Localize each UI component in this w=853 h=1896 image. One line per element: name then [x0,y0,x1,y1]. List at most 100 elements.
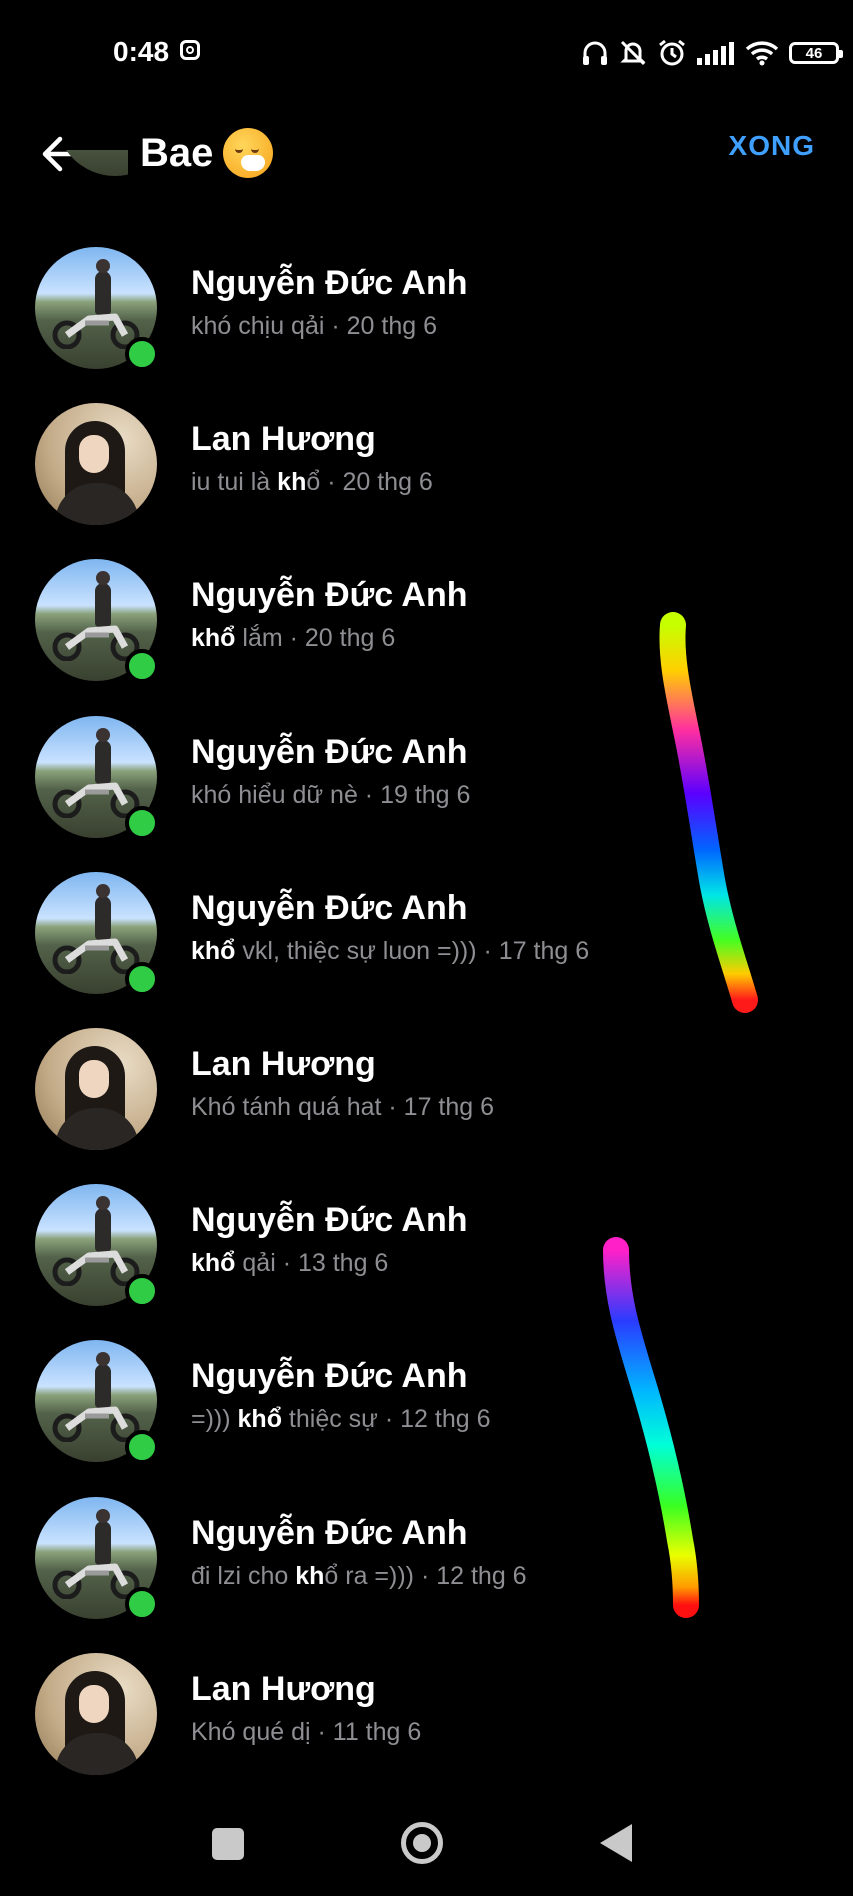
separator: · [324,312,347,340]
online-status-dot [125,1274,159,1309]
search-match-highlight: khổ [191,1249,236,1278]
instagram-icon [180,40,200,60]
search-result-row[interactable]: Lan Hương Khó qué dị · 11 thg 6 [0,1640,853,1796]
search-result-row[interactable]: Nguyễn Đức Anh khổ lắm · 20 thg 6 [0,546,853,702]
system-nav-bar [0,1796,853,1896]
face-with-hand-over-mouth-icon [223,128,274,178]
message-preview: Khó tánh quá hat · 17 thg 6 [191,1093,494,1122]
signal-icon [697,42,734,65]
search-match-highlight: khổ [191,624,236,653]
preview-text-before: khó chịu qải [191,312,325,340]
preview-text-before: Khó qué dị [191,1717,311,1746]
message-date: 17 thg 6 [498,936,590,965]
search-result-row[interactable]: Nguyễn Đức Anh khổ vkl, thiệc sự luon =))… [0,859,853,1015]
done-button[interactable]: XONG [729,130,815,162]
contact-name: Lan Hương [191,1669,376,1708]
search-result-row[interactable]: Nguyễn Đức Anh khó hiểu dữ nè · 19 thg 6 [0,703,853,859]
alarm-icon [659,39,685,66]
message-preview: khổ lắm · 20 thg 6 [191,624,395,653]
contact-name: Lan Hương [191,1044,376,1083]
message-preview: đi lzi cho khổ ra =))) · 12 thg 6 [191,1562,527,1591]
online-status-dot [125,337,159,371]
message-date: 17 thg 6 [403,1092,495,1121]
wifi-icon [745,41,779,66]
search-result-row[interactable]: Lan Hương Khó tánh quá hat · 17 thg 6 [0,1015,853,1171]
search-match-highlight: khổ [237,1405,282,1434]
separator: · [282,624,305,653]
preview-text-before: Khó tánh quá hat [191,1092,382,1121]
online-status-dot [125,1430,159,1465]
search-result-row[interactable]: Lan Hương iu tui là khổ · 20 thg 6 [0,390,853,546]
avatar-container [35,1184,159,1309]
contact-name: Lan Hương [191,420,376,459]
message-preview: Khó qué dị · 11 thg 6 [191,1718,421,1747]
message-date: 12 thg 6 [436,1561,527,1590]
conversation-title: Bae [140,130,214,175]
headphones-icon [583,41,607,65]
avatar-container [35,715,159,840]
status-bar: 0:48 46 [0,0,853,110]
message-preview: iu tui là khổ · 20 thg 6 [191,468,433,497]
separator: · [381,1092,404,1121]
message-preview: khổ vkl, thiệc sự luon =))) · 17 thg 6 [191,937,589,966]
search-match-highlight: kh [277,468,307,497]
separator: · [275,1249,298,1278]
search-result-row[interactable]: Nguyễn Đức Anh đi lzi cho khổ ra =))) · 1… [0,1484,853,1640]
recent-apps-icon[interactable] [212,1828,244,1860]
message-date: 12 thg 6 [400,1405,491,1434]
back-triangle-icon[interactable] [600,1824,632,1862]
contact-name: Nguyễn Đức Anh [191,888,468,927]
preview-text-after: ổ ra =))) [324,1561,415,1590]
separator: · [476,936,499,965]
avatar-container [35,1027,157,1150]
avatar-container [35,1340,159,1465]
avatar-container [35,403,157,526]
search-result-row[interactable]: Nguyễn Đức Anh khổ qải · 13 thg 6 [0,1171,853,1327]
preview-text-before: khó hiểu dữ nè [191,780,358,809]
message-date: 11 thg 6 [332,1717,422,1746]
avatar-container [35,247,159,371]
message-date: 20 thg 6 [342,468,433,497]
message-date: 20 thg 6 [304,624,396,653]
separator: · [320,468,343,497]
preview-text-before: =))) [191,1405,238,1434]
contact-name: Nguyễn Đức Anh [191,1513,468,1552]
online-status-dot [125,1586,159,1621]
message-preview: =))) khổ thiệc sự · 12 thg 6 [191,1405,491,1434]
online-status-dot [125,649,159,684]
battery-icon: 46 [789,42,843,64]
search-result-row[interactable]: Nguyễn Đức Anh khó chịu qải · 20 thg 6 [0,234,853,390]
contact-name: Nguyễn Đức Anh [191,576,468,615]
bell-off-icon [620,40,646,66]
contact-name: Nguyễn Đức Anh [191,264,468,302]
preview-text-before: đi lzi cho [191,1561,296,1590]
preview-text-after: vkl, thiệc sự luon =))) [235,936,477,965]
separator: · [377,1405,401,1434]
status-time: 0:48 [113,36,170,67]
online-status-dot [125,961,159,996]
avatar [35,1652,157,1775]
preview-text-after: qải [235,1249,276,1278]
separator: · [310,1717,333,1746]
message-date: 20 thg 6 [346,312,438,340]
avatar [56,150,128,212]
preview-text-after: lắm [235,624,283,653]
message-preview: khó hiểu dữ nè · 19 thg 6 [191,781,470,810]
home-icon[interactable] [401,1822,443,1864]
preview-text-after: thiệc sự [281,1405,378,1434]
message-date: 19 thg 6 [380,780,471,809]
preview-text-after: ổ [306,468,321,497]
avatar-container [35,1652,157,1775]
preview-text-before: iu tui là [191,468,278,497]
contact-name: Nguyễn Đức Anh [191,1201,468,1240]
separator: · [357,780,381,809]
message-date: 13 thg 6 [297,1249,389,1278]
contact-name: Nguyễn Đức Anh [191,1357,468,1396]
separator: · [414,1561,437,1590]
online-status-dot [125,805,159,840]
search-match-highlight: kh [295,1561,325,1590]
status-icons: 46 [581,34,843,72]
message-preview: khó chịu qải · 20 thg 6 [191,312,437,341]
avatar-container [35,871,159,996]
search-result-row[interactable]: Nguyễn Đức Anh =))) khổ thiệc sự · 12 thg… [0,1327,853,1483]
